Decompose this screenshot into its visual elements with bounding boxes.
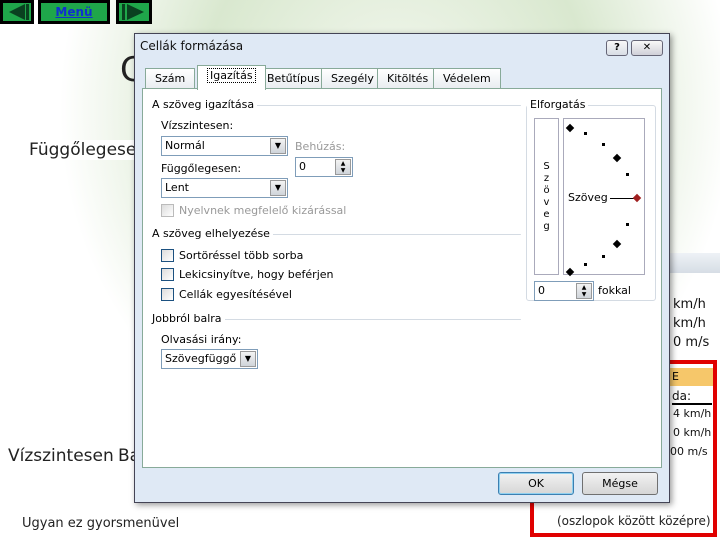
next-slide-button[interactable] [116,0,152,24]
close-button[interactable]: ✕ [631,40,663,56]
triangle-right-icon [122,4,144,20]
spinner-arrows-icon: ▲ ▼ [335,159,351,175]
chevron-down-icon: ▼ [240,351,256,367]
degrees-label: fokkal [598,284,631,297]
chevron-down-icon: ▼ [270,138,286,154]
ok-button[interactable]: OK [498,472,574,495]
orientation-text: Szöveg [568,191,608,204]
slide-caption-right: (oszlopok között középre) [557,514,711,528]
justify-distributed-checkbox[interactable] [161,204,174,217]
spinner-arrows-icon: ▲ ▼ [576,283,592,299]
vertical-select[interactable]: Lent ▼ [161,178,288,198]
shrink-to-fit-checkbox[interactable] [161,268,174,281]
alignment-panel: A szöveg igazítása Vízszintesen: Normál ▼… [142,88,662,468]
group-text-alignment: A szöveg igazítása [149,98,258,111]
group-rtl: Jobbról balra [149,312,225,325]
column-header-e: E [670,368,713,386]
degrees-spinner[interactable]: 0 ▲ ▼ [534,281,594,301]
degrees-value: 0 [538,284,545,297]
cell: km/h [673,297,706,312]
vertical-label: Függőlegesen: [161,162,242,175]
tab-szegely[interactable]: Szegély [321,68,384,89]
text-direction-select[interactable]: Szövegfüggő ▼ [161,349,258,369]
horizontal-label: Vízszintesen: [161,119,234,132]
wrap-text-label: Sortöréssel több sorba [179,249,304,262]
indent-spinner[interactable]: 0 ▲ ▼ [295,157,353,177]
slide-caption-left: Ugyan ez gyorsmenüvel [22,516,180,531]
cell: 0 km/h [673,426,712,439]
cell: 4 km/h [673,407,712,420]
horizontal-value: Normál [165,139,205,152]
slide-label-vertical: Függőlegesen [25,140,147,160]
slide-label-horizontal: Vízszintesen [8,446,114,466]
indent-value: 0 [299,160,306,173]
help-button[interactable]: ? [606,40,628,56]
format-cells-dialog: Cellák formázása ? ✕ Szám Igazítás Betűt… [134,33,670,503]
tab-igazitas[interactable]: Igazítás [197,65,266,90]
orientation-dial[interactable]: Szöveg [563,118,645,277]
cell: km/h [673,316,706,331]
cell: 00 m/s [670,445,708,458]
tab-szam[interactable]: Szám [145,68,196,89]
tab-kitoltes[interactable]: Kitöltés [377,68,439,89]
menu-link[interactable]: Menü [38,0,110,24]
tab-vedelem[interactable]: Védelem [433,68,501,89]
horizontal-select[interactable]: Normál ▼ [161,136,288,156]
group-text-control: A szöveg elhelyezése [149,227,273,240]
wrap-text-checkbox[interactable] [161,249,174,262]
text-direction-value: Szövegfüggő [165,352,237,365]
tab-betutipus[interactable]: Betűtípus [257,68,330,89]
prev-slide-button[interactable] [0,0,34,24]
dialog-title: Cellák formázása [140,39,244,53]
sheet-header [670,253,720,273]
vertical-value: Lent [165,181,189,194]
text-direction-label: Olvasási irány: [161,333,242,346]
justify-distributed-label: Nyelvnek megfelelő kizárással [179,204,347,217]
vertical-text-box[interactable]: Szöveg [534,118,559,275]
cancel-button[interactable]: Mégse [582,472,658,495]
merge-cells-checkbox[interactable] [161,288,174,301]
cell: 0 m/s [673,335,710,350]
triangle-left-icon [9,4,29,20]
indent-label: Behúzás: [295,140,346,153]
merge-cells-label: Cellák egyesítésével [179,288,292,301]
shrink-to-fit-label: Lekicsinyítve, hogy beférjen [179,268,334,281]
tab-label: Igazítás [207,68,256,83]
chevron-down-icon: ▼ [270,180,286,196]
group-orientation: Elforgatás [527,98,589,111]
cell: da: [672,389,712,405]
